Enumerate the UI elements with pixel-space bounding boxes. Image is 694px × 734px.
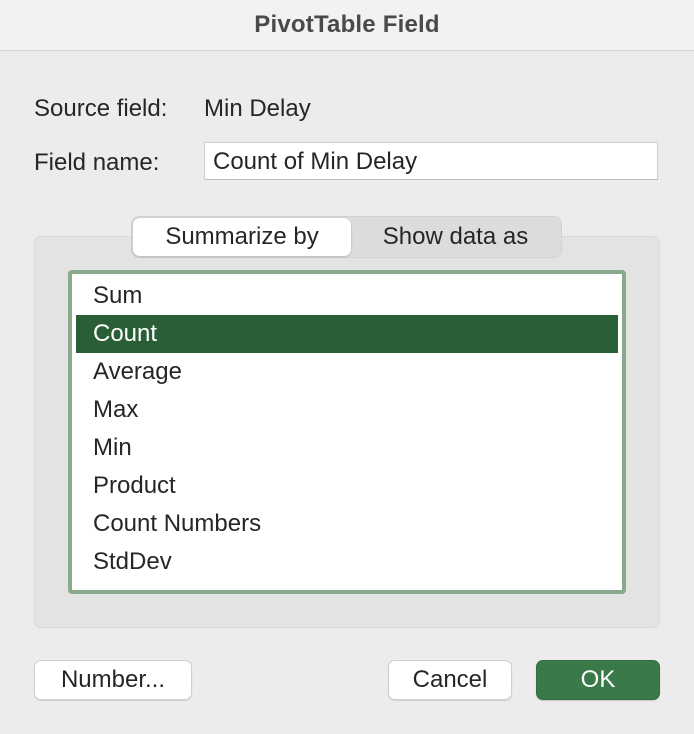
source-field-label: Source field: — [34, 95, 168, 122]
list-item-product[interactable]: Product — [76, 467, 618, 505]
summarize-tabs: Summarize by Show data as — [131, 216, 562, 258]
dialog-title: PivotTable Field — [254, 11, 440, 38]
list-item-max[interactable]: Max — [76, 391, 618, 429]
list-item-count[interactable]: Count — [76, 315, 618, 353]
list-item-stddev[interactable]: StdDev — [76, 543, 618, 581]
field-name-input[interactable] — [204, 142, 658, 180]
list-item-count-numbers[interactable]: Count Numbers — [76, 505, 618, 543]
tab-show-data-as[interactable]: Show data as — [351, 218, 560, 256]
summarize-list: Sum Count Average Max Min Product Count … — [76, 277, 618, 581]
list-item-min[interactable]: Min — [76, 429, 618, 467]
title-bar: PivotTable Field — [0, 0, 694, 51]
summarize-list-box[interactable]: Sum Count Average Max Min Product Count … — [68, 270, 626, 594]
tab-summarize-by[interactable]: Summarize by — [133, 218, 351, 256]
ok-button[interactable]: OK — [536, 660, 660, 700]
field-name-label: Field name: — [34, 149, 160, 176]
cancel-button[interactable]: Cancel — [388, 660, 512, 700]
list-item-average[interactable]: Average — [76, 353, 618, 391]
list-item-sum[interactable]: Sum — [76, 277, 618, 315]
source-field-value: Min Delay — [204, 95, 311, 122]
number-format-button[interactable]: Number... — [34, 660, 192, 700]
pivottable-field-dialog: PivotTable Field Source field: Min Delay… — [0, 0, 694, 734]
